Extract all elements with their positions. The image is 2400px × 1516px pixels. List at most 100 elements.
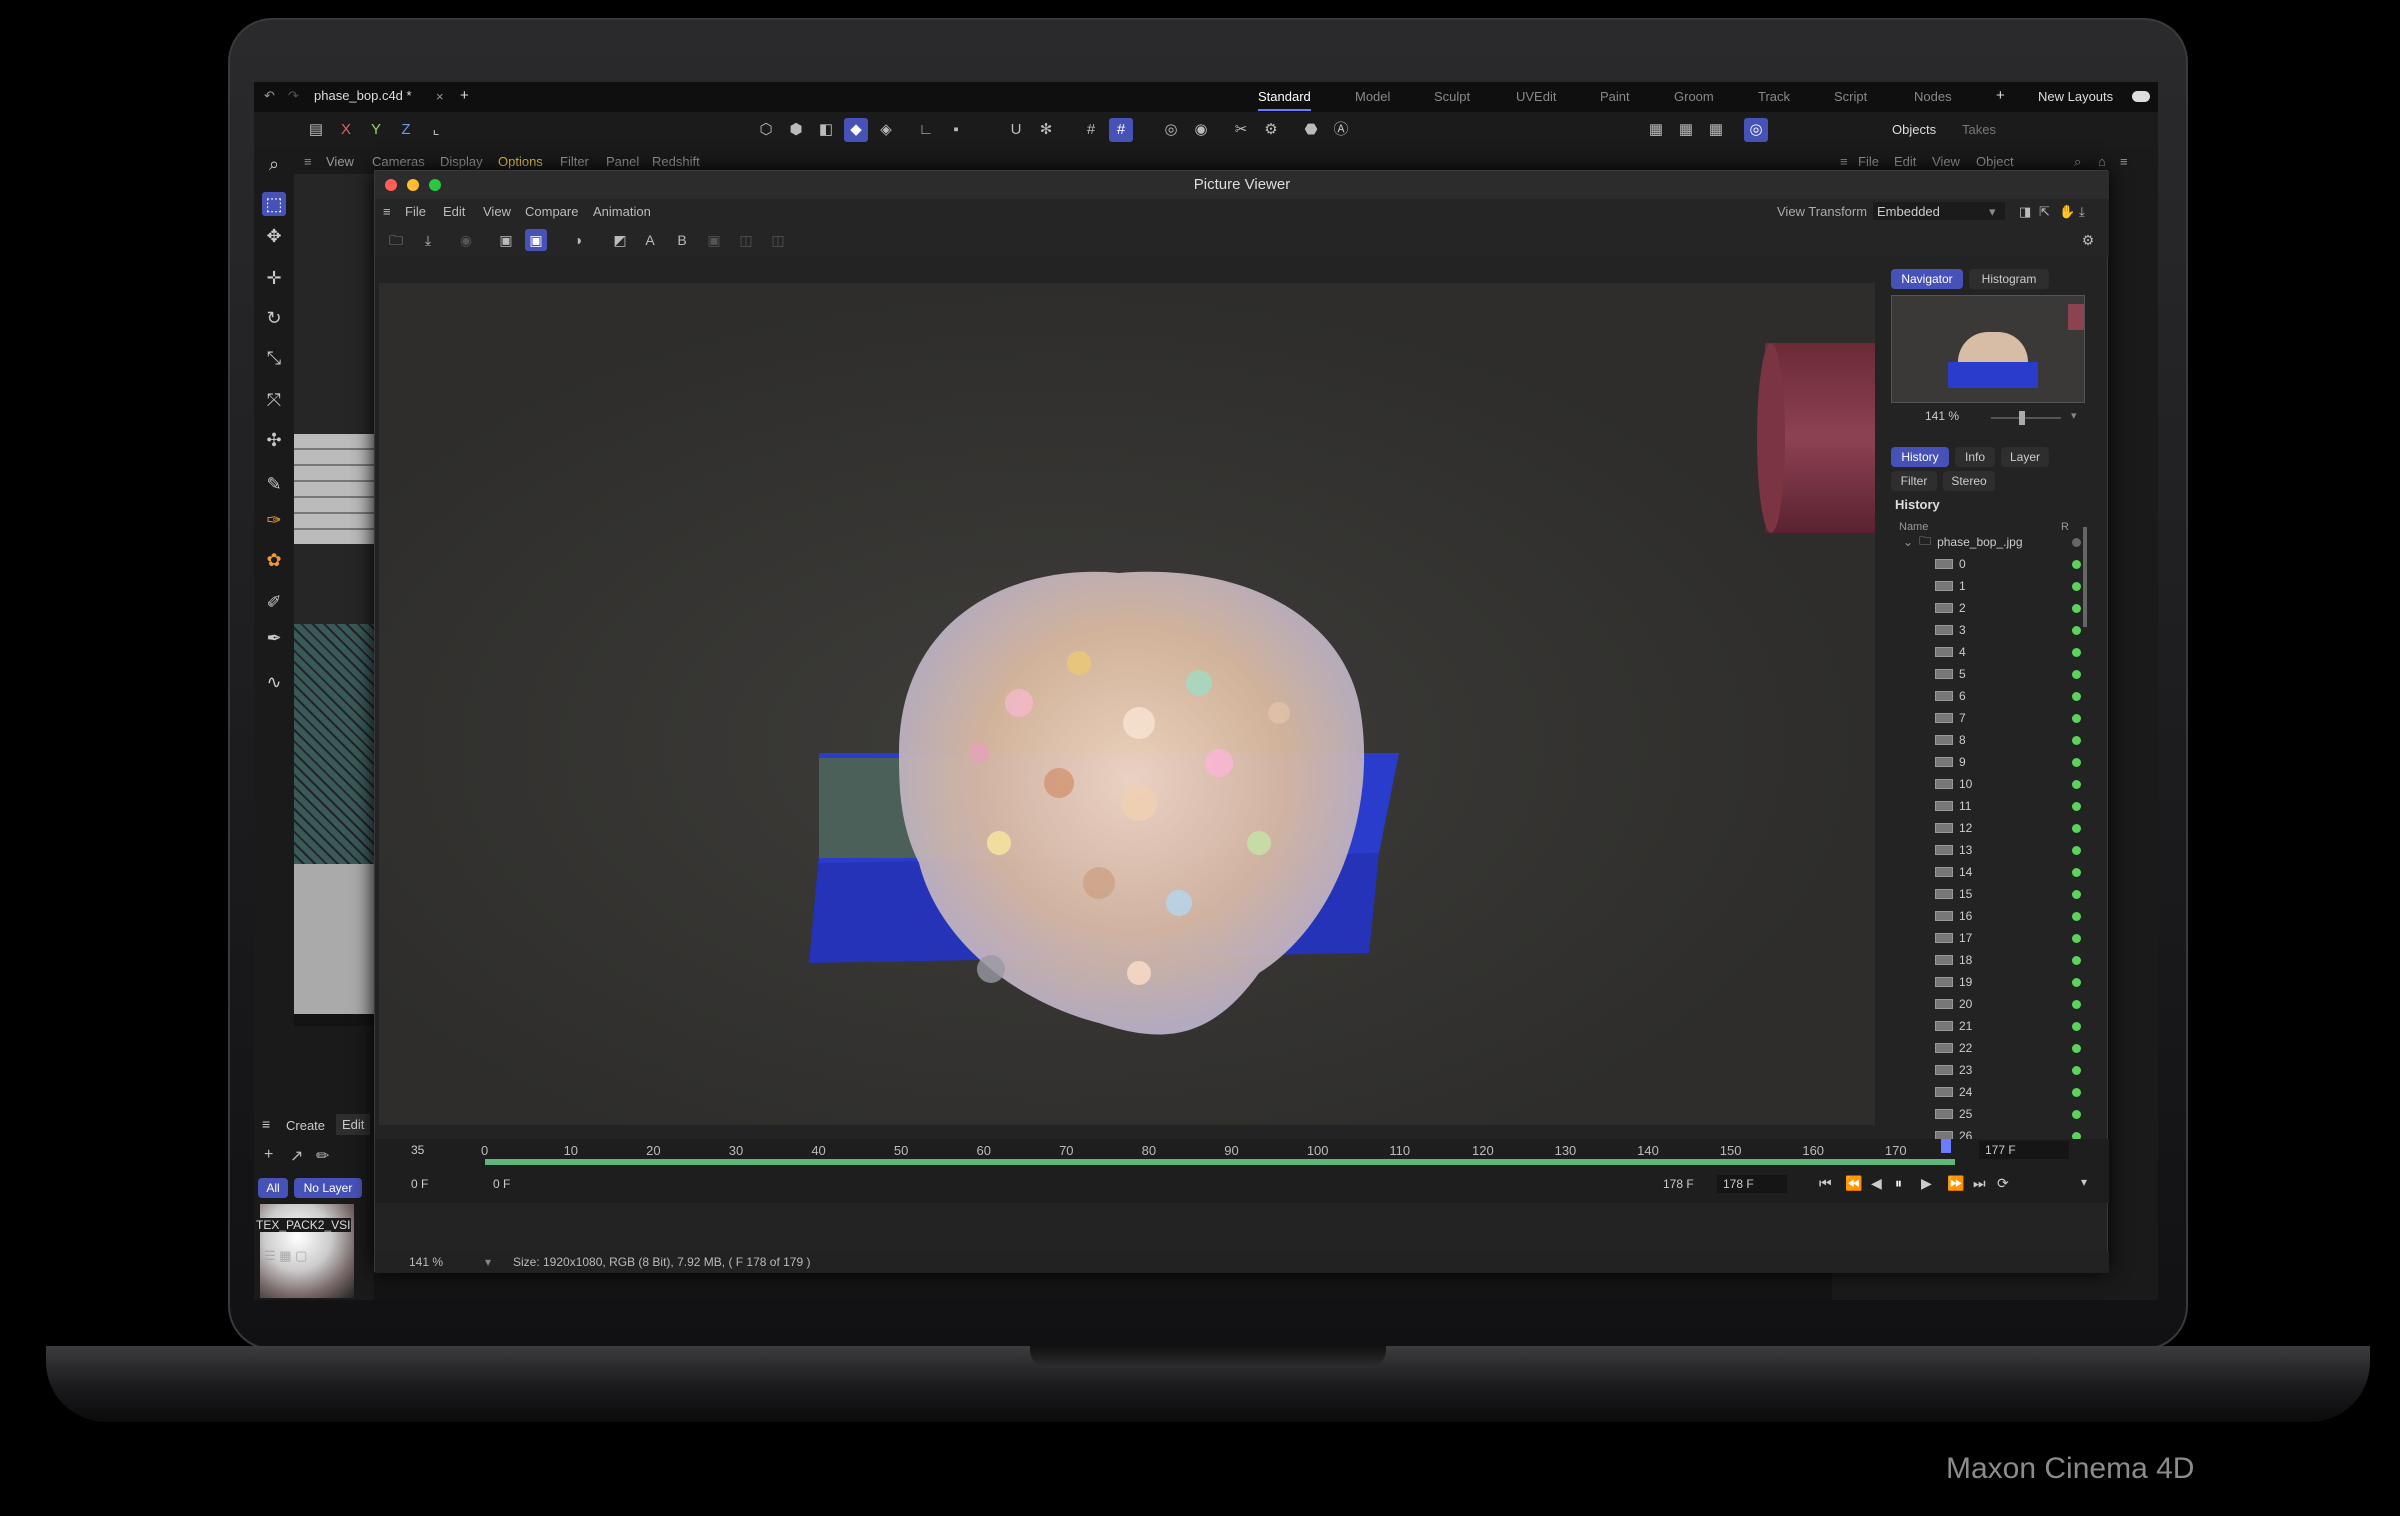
history-frame-row[interactable]: 16 <box>1891 905 2105 927</box>
zoom-slider[interactable] <box>1991 417 2061 419</box>
view-transform-select[interactable]: Embedded <box>1873 202 2005 220</box>
filter-all[interactable]: All <box>258 1178 288 1198</box>
menu-display[interactable]: Display <box>440 154 483 169</box>
timeline-range-bar[interactable] <box>485 1159 1955 1165</box>
tab-takes[interactable]: Takes <box>1962 122 1996 137</box>
axis-y-button[interactable]: Y <box>364 118 388 142</box>
tab-history[interactable]: History <box>1891 447 1949 467</box>
history-frame-row[interactable]: 2 <box>1891 597 2105 619</box>
axis-x-button[interactable]: X <box>334 118 358 142</box>
frame-end-field[interactable]: 177 F <box>1979 1141 2069 1159</box>
axis-mode-icon[interactable]: ∟ <box>914 118 938 142</box>
hamburger-icon[interactable]: ≡ <box>304 154 312 169</box>
chevron-down-icon[interactable]: ▾ <box>2071 409 2077 422</box>
open-folder-icon[interactable]: 🗀 <box>385 229 407 251</box>
region-icon[interactable]: ▣ <box>495 229 517 251</box>
history-frame-row[interactable]: 9 <box>1891 751 2105 773</box>
minimize-window-button[interactable] <box>407 179 419 191</box>
tab-filter[interactable]: Filter <box>1891 471 1937 491</box>
add-layout-icon[interactable]: + <box>1996 87 2005 104</box>
edges-mode-icon[interactable]: ⬢ <box>784 118 808 142</box>
placement-icon[interactable]: ✣ <box>262 428 286 452</box>
viewport-partial[interactable] <box>294 174 374 1014</box>
popout-icon[interactable]: ⇱ <box>2039 204 2050 220</box>
layout-script[interactable]: Script <box>1834 89 1867 104</box>
tab-objects[interactable]: Objects <box>1892 122 1936 137</box>
split-icon[interactable]: ◫ <box>735 229 757 251</box>
clapper-icon[interactable]: ▤ <box>304 118 328 142</box>
zoom-slider-handle[interactable] <box>2019 411 2025 425</box>
snap-grid-icon[interactable]: # <box>1109 118 1133 142</box>
navigator-preview[interactable] <box>1891 295 2085 403</box>
hamburger-icon[interactable]: ≡ <box>383 204 391 219</box>
tab-edit[interactable]: Edit <box>336 1114 371 1135</box>
scissors-icon[interactable]: ✂ <box>1229 118 1253 142</box>
scale-icon[interactable]: ⤡ <box>262 346 286 370</box>
close-tab-icon[interactable]: × <box>436 89 444 104</box>
toggle-switch[interactable] <box>2132 91 2150 102</box>
chevron-down-icon[interactable]: ⌄ <box>1903 535 1913 549</box>
tab-create[interactable]: Create <box>286 1118 325 1133</box>
filter-icon[interactable]: ≡ <box>2120 154 2128 169</box>
axis-z-button[interactable]: Z <box>394 118 418 142</box>
menu-panel[interactable]: Panel <box>606 154 639 169</box>
end-frame-a[interactable]: 178 F <box>1663 1177 1694 1191</box>
history-frame-row[interactable]: 17 <box>1891 927 2105 949</box>
diff-icon[interactable]: ◫ <box>767 229 789 251</box>
gear-icon[interactable]: ✻ <box>1034 118 1058 142</box>
save-icon[interactable]: ⤓ <box>417 229 439 251</box>
prev-frame-icon[interactable]: ⏪ <box>1845 1175 1862 1192</box>
history-frame-row[interactable]: 15 <box>1891 883 2105 905</box>
layout-sculpt[interactable]: Sculpt <box>1434 89 1470 104</box>
objects-menu-icon[interactable]: ≡ <box>1840 154 1848 169</box>
rotate-icon[interactable]: ↻ <box>262 306 286 330</box>
tab-layer[interactable]: Layer <box>2001 447 2049 467</box>
history-frame-row[interactable]: 25 <box>1891 1103 2105 1125</box>
zoom-window-button[interactable] <box>429 179 441 191</box>
start-frame-b[interactable]: 0 F <box>493 1177 510 1191</box>
tab-info[interactable]: Info <box>1955 447 1995 467</box>
layout-paint[interactable]: Paint <box>1600 89 1630 104</box>
layout-icon[interactable]: ◨ <box>2019 204 2031 220</box>
render-icon[interactable]: ▦ <box>1674 118 1698 142</box>
hamburger-icon[interactable]: ≡ <box>262 1116 270 1132</box>
tab-histogram[interactable]: Histogram <box>1969 269 2049 289</box>
target-icon[interactable]: ◉ <box>1189 118 1213 142</box>
history-frame-row[interactable]: 5 <box>1891 663 2105 685</box>
redshift-icon[interactable]: Ⓐ <box>1329 118 1353 142</box>
history-frame-row[interactable]: 23 <box>1891 1059 2105 1081</box>
add-tab-icon[interactable]: + <box>460 87 469 104</box>
compare-icon[interactable]: ◩ <box>609 229 631 251</box>
brush-icon[interactable]: ✐ <box>262 590 286 614</box>
layout-nodes[interactable]: Nodes <box>1914 89 1952 104</box>
history-frame-row[interactable]: 24 <box>1891 1081 2105 1103</box>
layout-standard[interactable]: Standard <box>1258 89 1311 111</box>
lock-workplane-icon[interactable]: ◎ <box>1159 118 1183 142</box>
tab-stereo[interactable]: Stereo <box>1943 471 1995 491</box>
grid-icon[interactable]: # <box>1079 118 1103 142</box>
next-frame-icon[interactable]: ⏩ <box>1947 1175 1964 1192</box>
go-start-icon[interactable]: ⏮ <box>1819 1175 1832 1192</box>
history-frame-row[interactable]: 13 <box>1891 839 2105 861</box>
play-back-icon[interactable]: ◀ <box>1871 1175 1882 1192</box>
history-frame-row[interactable]: 11 <box>1891 795 2105 817</box>
pv-menu-animation[interactable]: Animation <box>593 204 651 219</box>
filter-no-layer[interactable]: No Layer <box>294 1178 362 1198</box>
menu-view[interactable]: View <box>326 154 354 169</box>
layout-groom[interactable]: Groom <box>1674 89 1714 104</box>
pv-menu-compare[interactable]: Compare <box>525 204 578 219</box>
history-frame-row[interactable]: 4 <box>1891 641 2105 663</box>
layout-track[interactable]: Track <box>1758 89 1790 104</box>
timeline-playhead[interactable] <box>1941 1139 1951 1153</box>
history-frame-row[interactable]: 8 <box>1891 729 2105 751</box>
texture-mode-icon[interactable]: ◈ <box>874 118 898 142</box>
menu-options[interactable]: Options <box>498 154 543 169</box>
go-end-icon[interactable]: ⏭ <box>1973 1175 1986 1192</box>
undo-icon[interactable]: ↶ <box>264 88 275 104</box>
redo-icon[interactable]: ↷ <box>288 88 299 104</box>
history-frame-row[interactable]: 10 <box>1891 773 2105 795</box>
history-frame-row[interactable]: 3 <box>1891 619 2105 641</box>
end-frame-b[interactable]: 178 F <box>1717 1175 1787 1193</box>
settings-icon[interactable]: ⚙ <box>2077 229 2099 251</box>
menu-cameras[interactable]: Cameras <box>372 154 425 169</box>
